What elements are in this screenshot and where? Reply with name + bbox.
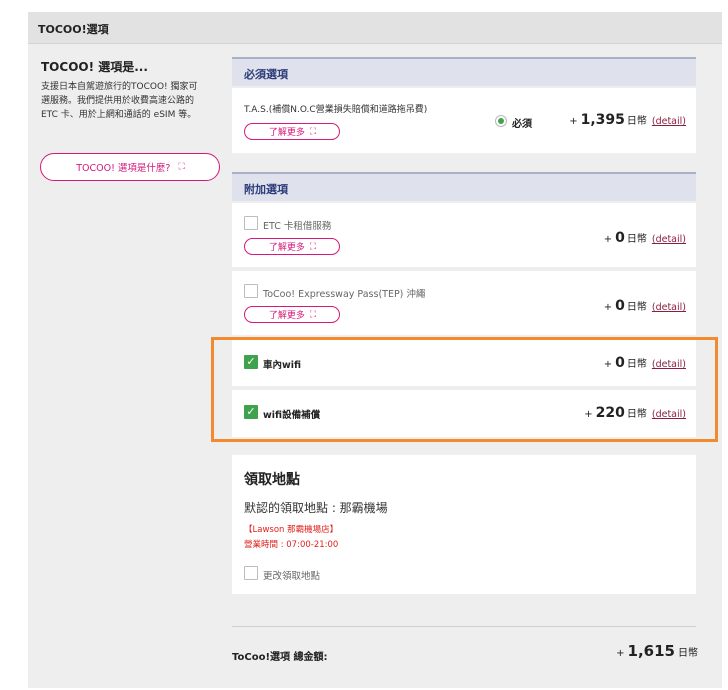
learn-more-label: 了解更多 [268,243,305,253]
pickup-hours: 營業時間 : 07:00-21:00 [244,540,339,550]
wifi-price: + 0 日幣 (detail) [604,355,686,371]
price-plus: + [603,302,613,313]
info-title: TOCOO! 選項是... [41,60,148,74]
addon-section-header: 附加選項 [232,172,696,201]
wifi-insurance-option-name: wifi設備補償 [263,410,321,421]
addon-wifi-card: ✓ 車內wifi + 0 日幣 (detail) [232,339,696,386]
required-radio[interactable] [495,115,507,127]
wifi-option-name: 車內wifi [263,360,302,371]
price-amount: 1,395 [580,112,625,128]
price-amount: 0 [615,298,625,314]
required-section-title: 必須選項 [244,68,288,81]
tep-price: + 0 日幣 (detail) [604,298,686,314]
etc-option-name: ETC 卡租借服務 [263,221,332,232]
total-amount: 1,615 [627,642,675,660]
addon-etc-card: ETC 卡租借服務 了解更多 ⛶ + 0 日幣 (detail) [232,203,696,267]
tep-checkbox[interactable] [244,284,258,298]
learn-more-button[interactable]: 了解更多 ⛶ [244,123,340,140]
expand-icon: ⛶ [309,309,316,320]
expand-icon: ⛶ [178,162,184,172]
price-amount: 0 [615,230,625,246]
price-unit: 日幣 [626,116,647,127]
change-pickup-label: 更改領取地點 [263,571,321,582]
price-plus: + [603,234,613,245]
price-plus: + [603,359,613,370]
learn-more-button[interactable]: 了解更多 ⛶ [244,306,340,323]
total-label: ToCoo!選項 總金額: [232,652,328,663]
price-amount: 220 [595,405,625,421]
tas-label: T.A.S.(補償N.O.C營業損失賠償和道路拖吊費) [244,105,428,115]
info-description: 支援日本自駕遊旅行的TOCOO! 獨家可 選服務。我們提供用於收費高速公路的 E… [41,80,221,122]
detail-link[interactable]: (detail) [652,116,686,127]
learn-more-label: 了解更多 [268,311,305,321]
required-section-header: 必須選項 [232,57,696,86]
detail-link[interactable]: (detail) [652,409,686,420]
learn-more-button[interactable]: 了解更多 ⛶ [244,238,340,255]
panel-header: TOCOO!選項 [28,12,722,44]
price-unit: 日幣 [626,234,647,245]
wifi-checkbox[interactable]: ✓ [244,355,258,369]
price-plus: + [584,409,593,420]
learn-more-label: 了解更多 [268,128,305,138]
tocoo-options-panel: TOCOO!選項 TOCOO! 選項是... 支援日本自駕遊旅行的TOCOO! … [28,12,722,688]
what-button-label: TOCOO! 選項是什麼? [76,163,171,174]
what-is-tocoo-options-button[interactable]: TOCOO! 選項是什麼? ⛶ [40,153,220,181]
wifi-insurance-checkbox[interactable]: ✓ [244,405,258,419]
info-desc-line: 選服務。我們提供用於收費高速公路的 [41,96,195,106]
expand-icon: ⛶ [309,126,316,137]
tep-option-name: ToCoo! Expressway Pass(TEP) 沖繩 [263,289,426,300]
pickup-default-location: 默認的領取地點 : 那霸機場 [244,501,388,515]
addon-wifi-insurance-card: ✓ wifi設備補償 + 220 日幣 (detail) [232,390,696,437]
expand-icon: ⛶ [309,241,316,252]
total-price: + 1,615 日幣 [616,642,698,660]
price-unit: 日幣 [626,302,647,313]
detail-link[interactable]: (detail) [652,234,686,245]
tas-price: + 1,395 日幣 (detail) [569,112,686,128]
pickup-location-card: 領取地點 默認的領取地點 : 那霸機場 【Lawson 那霸機場店】 營業時間 … [232,455,696,594]
panel-title: TOCOO!選項 [38,23,109,36]
detail-link[interactable]: (detail) [652,359,686,370]
total-unit: 日幣 [678,648,698,659]
addon-section-title: 附加選項 [244,183,288,196]
addon-tep-card: ToCoo! Expressway Pass(TEP) 沖繩 了解更多 ⛶ + … [232,271,696,335]
price-amount: 0 [615,355,625,371]
wifi-insurance-price: + 220 日幣 (detail) [584,405,686,421]
change-pickup-checkbox[interactable] [244,566,258,580]
etc-checkbox[interactable] [244,216,258,230]
info-desc-line: ETC 卡、用於上網和通話的 eSIM 等。 [41,110,197,120]
total-divider [232,626,696,627]
info-desc-line: 支援日本自駕遊旅行的TOCOO! 獨家可 [41,82,198,92]
required-radio-label: 必須 [512,119,532,130]
price-unit: 日幣 [626,409,647,420]
price-unit: 日幣 [626,359,647,370]
pickup-title: 領取地點 [244,472,300,488]
detail-link[interactable]: (detail) [652,302,686,313]
total-plus: + [616,648,625,659]
price-plus: + [569,116,578,127]
etc-price: + 0 日幣 (detail) [604,230,686,246]
required-option-tas: T.A.S.(補償N.O.C營業損失賠償和道路拖吊費) 了解更多 ⛶ 必須 + … [232,88,696,153]
pickup-store-name: 【Lawson 那霸機場店】 [244,525,339,535]
